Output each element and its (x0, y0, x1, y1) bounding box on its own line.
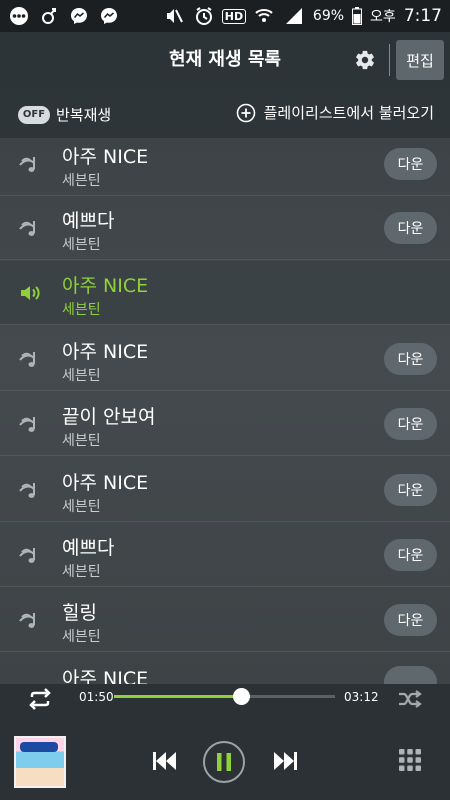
repeat-toggle[interactable]: OFF 반복재생 (18, 104, 111, 125)
track-list[interactable]: 아주 NICE 세븐틴 다운 예쁘다 세븐틴 다운 아주 NICE 세븐틴 아주… (0, 138, 450, 684)
header-divider (389, 44, 390, 76)
status-bar: HD 69% 오후 7:17 (0, 0, 450, 32)
mute-icon (163, 5, 185, 27)
track-title: 힐링 (62, 602, 97, 624)
track-status-icon (18, 478, 44, 502)
track-artist: 세븐틴 (62, 564, 101, 580)
add-circle-icon (236, 103, 255, 122)
list-item[interactable]: 아주 NICE 세븐틴 다운 (0, 458, 450, 522)
track-artist: 세븐틴 (62, 629, 101, 645)
track-artist: 세븐틴 (62, 499, 101, 515)
track-status-icon (18, 152, 44, 176)
load-playlist-label: 플레이리스트에서 불러오기 (263, 104, 434, 122)
track-artist: 세븐틴 (62, 173, 101, 189)
track-artist: 세븐틴 (62, 433, 101, 449)
more-icon (8, 5, 30, 27)
download-button[interactable]: 다운 (384, 343, 437, 375)
track-status-icon (18, 412, 44, 436)
download-button[interactable]: 다운 (384, 148, 437, 180)
grid-menu-icon[interactable] (398, 748, 422, 772)
repeat-label: 반복재생 (56, 106, 112, 124)
clock: 7:17 (403, 6, 442, 26)
hd-label: HD (221, 8, 247, 24)
list-item[interactable]: 예쁘다 세븐틴 다운 (0, 196, 450, 260)
list-item[interactable]: 아주 NICE (0, 654, 450, 684)
progress-slider[interactable] (114, 688, 335, 705)
track-title: 아주 NICE (62, 668, 149, 684)
status-right: HD 69% 오후 7:17 (163, 5, 442, 27)
download-button[interactable]: 다운 (384, 212, 437, 244)
pause-button[interactable] (203, 741, 245, 783)
hd-icon: HD (221, 5, 247, 27)
download-button[interactable]: 다운 (384, 474, 437, 506)
progress-fill (114, 695, 241, 698)
settings-button[interactable] (350, 44, 380, 76)
download-button[interactable] (384, 666, 437, 684)
previous-icon[interactable] (150, 748, 180, 774)
messenger-icon (68, 5, 90, 27)
download-button[interactable]: 다운 (384, 539, 437, 571)
track-artist: 세븐틴 (62, 368, 101, 384)
track-title: 끝이 안보여 (62, 406, 156, 428)
track-title: 아주 NICE (62, 341, 149, 363)
track-status-icon (18, 216, 44, 240)
wifi-icon (253, 5, 275, 27)
album-logo (20, 742, 58, 752)
track-title: 아주 NICE (62, 275, 149, 297)
current-time: 01:50 (79, 690, 114, 704)
download-button[interactable]: 다운 (384, 408, 437, 440)
gear-icon (356, 50, 374, 70)
track-title: 예쁘다 (62, 537, 115, 559)
list-item-now-playing[interactable]: 아주 NICE 세븐틴 (0, 261, 450, 325)
track-artist: 세븐틴 (62, 237, 101, 253)
battery-icon (352, 5, 363, 27)
edit-button[interactable]: 편집 (396, 40, 444, 80)
download-button[interactable]: 다운 (384, 604, 437, 636)
shuffle-icon[interactable] (396, 687, 424, 711)
messenger-icon (98, 5, 120, 27)
signal-icon (283, 5, 305, 27)
pause-icon (217, 753, 231, 771)
alarm-icon (193, 5, 215, 27)
status-left (8, 5, 120, 27)
track-status-icon (18, 543, 44, 567)
list-item[interactable]: 아주 NICE 세븐틴 다운 (0, 327, 450, 391)
track-title: 아주 NICE (62, 472, 149, 494)
mom-app-icon (38, 5, 60, 27)
track-title: 예쁘다 (62, 210, 115, 232)
speaker-playing-icon (18, 281, 44, 305)
track-artist: 세븐틴 (62, 302, 101, 318)
album-art-thumbnail[interactable] (14, 736, 66, 788)
list-item[interactable]: 끝이 안보여 세븐틴 다운 (0, 392, 450, 456)
progress-thumb[interactable] (232, 688, 250, 705)
track-status-icon (18, 347, 44, 371)
page-title: 현재 재생 목록 (169, 49, 281, 70)
header: 현재 재생 목록 편집 (0, 32, 450, 88)
player-bar: 01:50 03:12 (0, 684, 450, 800)
ampm-label: 오후 (370, 9, 396, 25)
load-playlist-button[interactable]: 플레이리스트에서 불러오기 (236, 102, 434, 123)
track-title: 아주 NICE (62, 146, 149, 168)
list-item[interactable]: 힐링 세븐틴 다운 (0, 588, 450, 652)
track-status-icon (18, 608, 44, 632)
repeat-toggle-switch[interactable]: OFF (18, 105, 50, 124)
options-bar: OFF 반복재생 플레이리스트에서 불러오기 (0, 88, 450, 138)
repeat-icon[interactable] (26, 687, 54, 711)
battery-percent: 69% (312, 8, 345, 24)
list-item[interactable]: 예쁘다 세븐틴 다운 (0, 523, 450, 587)
next-icon[interactable] (270, 748, 300, 774)
list-item[interactable]: 아주 NICE 세븐틴 다운 (0, 138, 450, 196)
total-time: 03:12 (344, 690, 379, 704)
